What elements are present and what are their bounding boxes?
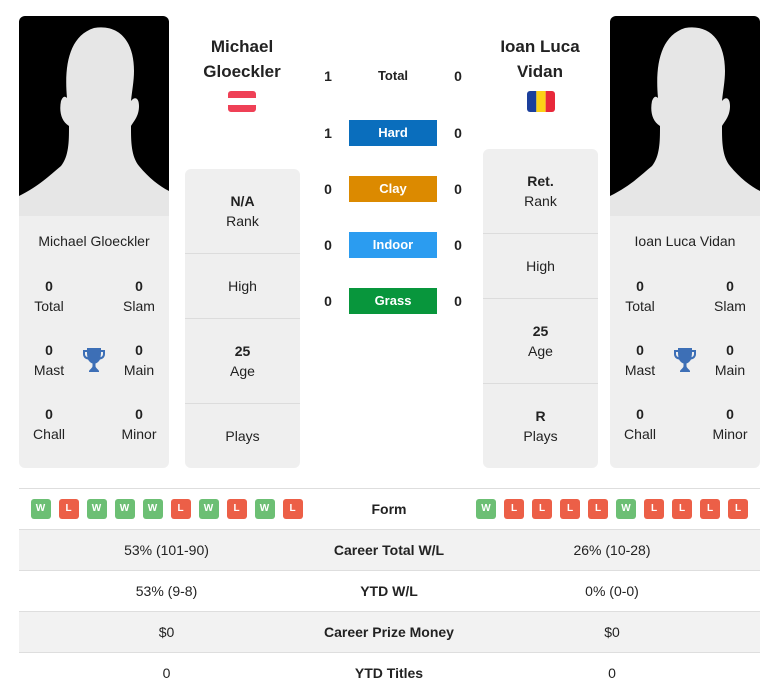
titles-mast: 0 Mast	[33, 342, 65, 378]
form-win-badge[interactable]: W	[198, 499, 219, 519]
player-name[interactable]: Michael Gloeckler	[19, 233, 169, 249]
info-plays: R Plays	[523, 408, 558, 444]
titles-total: 0 Total	[34, 278, 64, 314]
player-left-prize: $0	[158, 624, 175, 640]
form-loss-badge[interactable]: L	[588, 499, 608, 519]
player-left-ytd-wl: 53% (9-8)	[135, 583, 198, 599]
prize-money-row: $0 Career Prize Money $0	[19, 611, 760, 652]
form-loss-badge[interactable]: L	[700, 499, 720, 519]
trophy-icon	[674, 348, 696, 372]
player-left-header-name[interactable]: Michael Gloeckler	[167, 34, 317, 84]
h2h-indoor-row: 0 Indoor 0	[310, 232, 475, 258]
titles-main: 0 Main	[714, 342, 746, 378]
h2h-grass-row: 0 Grass 0	[310, 288, 475, 314]
player-left-photo	[19, 16, 169, 216]
form-loss-badge[interactable]: L	[504, 499, 524, 519]
ytd-titles-label: YTD Titles	[354, 665, 424, 681]
form-win-badge[interactable]: W	[86, 499, 107, 519]
form-win-badge[interactable]: W	[30, 499, 51, 519]
romania-flag-icon	[527, 91, 555, 112]
surface-grass-badge[interactable]: Grass	[349, 288, 437, 314]
player-right-ytd-wl: 0% (0-0)	[585, 583, 639, 599]
form-loss-badge[interactable]: L	[282, 499, 303, 519]
ytd-wl-label: YTD W/L	[360, 583, 418, 599]
player-name[interactable]: Ioan Luca Vidan	[610, 233, 760, 249]
player-right-career-wl: 26% (10-28)	[573, 542, 651, 558]
form-win-badge[interactable]: W	[254, 499, 275, 519]
austria-flag-icon	[228, 91, 256, 112]
form-loss-badge[interactable]: L	[672, 499, 692, 519]
form-loss-badge[interactable]: L	[728, 499, 748, 519]
info-plays: Plays	[225, 428, 260, 444]
surface-hard-badge[interactable]: Hard	[349, 120, 437, 146]
info-age: 25 Age	[483, 299, 598, 384]
ytd-wl-row: 53% (9-8) YTD W/L 0% (0-0)	[19, 570, 760, 611]
form-win-badge[interactable]: W	[616, 499, 636, 519]
form-win-badge[interactable]: W	[476, 499, 496, 519]
info-high: High	[185, 254, 300, 319]
player-right-prize: $0	[604, 624, 620, 640]
player-right-info: Ret. Rank High 25 Age R Plays	[483, 149, 598, 468]
form-row: WLWWWLWLWL Form WLLLLWLLLL	[19, 488, 760, 529]
comparison-table: WLWWWLWLWL Form WLLLLWLLLL 53% (101-90) …	[19, 488, 760, 693]
player-right-header-name[interactable]: Ioan Luca Vidan	[465, 34, 615, 84]
titles-minor: 0 Minor	[712, 406, 748, 442]
titles-total: 0 Total	[625, 278, 655, 314]
titles-chall: 0 Chall	[624, 406, 656, 442]
titles-chall: 0 Chall	[33, 406, 65, 442]
player-right-form: WLLLLWLLLL	[464, 489, 760, 529]
titles-mast: 0 Mast	[624, 342, 656, 378]
surface-indoor-badge[interactable]: Indoor	[349, 232, 437, 258]
player-right-ytd-titles: 0	[608, 665, 616, 681]
form-loss-badge[interactable]: L	[560, 499, 580, 519]
info-rank: Ret. Rank	[483, 149, 598, 234]
player-left-info: N/A Rank High 25 Age Plays	[185, 169, 300, 468]
titles-slam: 0 Slam	[123, 278, 155, 314]
ytd-titles-row: 0 YTD Titles 0	[19, 652, 760, 693]
career-wl-label: Career Total W/L	[333, 542, 445, 558]
player-left-card: Michael Gloeckler 0 Total 0 Slam 0 Mast 0 Ma…	[19, 216, 169, 468]
silhouette-icon	[19, 27, 169, 216]
form-label: Form	[371, 501, 407, 517]
form-loss-badge[interactable]: L	[644, 499, 664, 519]
trophy-icon	[83, 348, 105, 372]
career-wl-row: 53% (101-90) Career Total W/L 26% (10-28…	[19, 529, 760, 570]
form-loss-badge[interactable]: L	[58, 499, 79, 519]
h2h-total-row: 1 Total 0	[310, 63, 475, 89]
form-win-badge[interactable]: W	[114, 499, 135, 519]
form-win-badge[interactable]: W	[142, 499, 163, 519]
surface-clay-badge[interactable]: Clay	[349, 176, 437, 202]
form-loss-badge[interactable]: L	[226, 499, 247, 519]
info-high: High	[483, 234, 598, 299]
h2h-total-label: Total	[377, 68, 409, 83]
titles-minor: 0 Minor	[121, 406, 157, 442]
h2h-clay-row: 0 Clay 0	[310, 176, 475, 202]
player-right-photo	[610, 16, 760, 216]
info-rank: N/A Rank	[185, 169, 300, 254]
player-right-card: Ioan Luca Vidan 0 Total 0 Slam 0 Mast 0 Main…	[610, 216, 760, 468]
form-loss-badge[interactable]: L	[170, 499, 191, 519]
form-loss-badge[interactable]: L	[532, 499, 552, 519]
prize-label: Career Prize Money	[324, 624, 454, 640]
info-age: 25 Age	[185, 319, 300, 404]
player-left-form: WLWWWLWLWL	[19, 489, 314, 529]
player-left-ytd-titles: 0	[162, 665, 171, 681]
h2h-hard-row: 1 Hard 0	[310, 120, 475, 146]
titles-main: 0 Main	[123, 342, 155, 378]
silhouette-icon	[610, 27, 760, 216]
titles-slam: 0 Slam	[714, 278, 746, 314]
player-left-career-wl: 53% (101-90)	[124, 542, 209, 558]
